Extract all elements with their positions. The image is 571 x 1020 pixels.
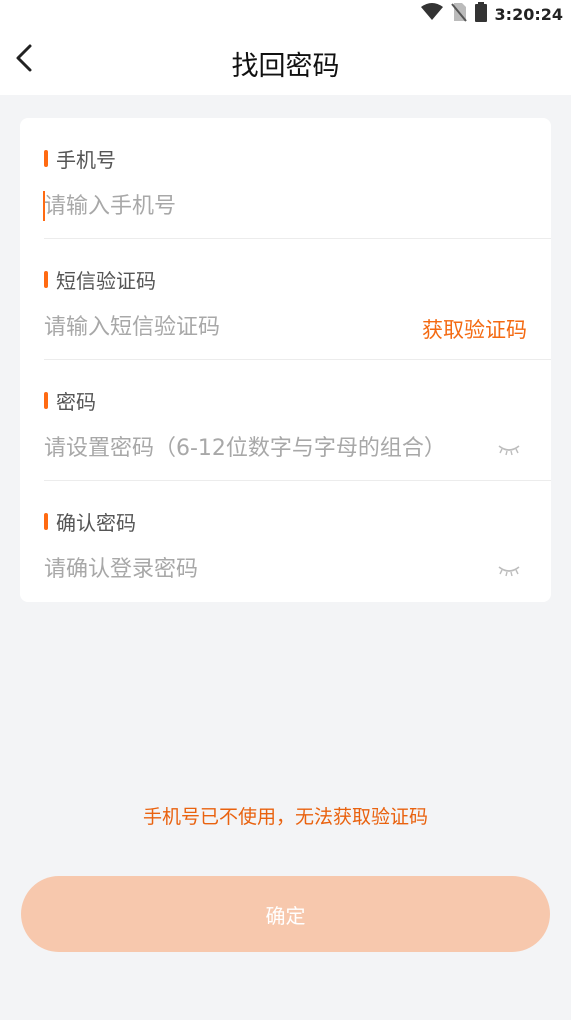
confirm-password-field-group: 确认密码 (20, 481, 551, 602)
phone-input[interactable] (44, 188, 484, 224)
page-title: 找回密码 (231, 51, 340, 82)
wifi-icon (420, 3, 443, 25)
phone-field-group: 手机号 (20, 118, 551, 239)
confirm-password-input[interactable] (44, 551, 484, 587)
password-field-group: 密码 (20, 360, 551, 481)
confirm-button[interactable]: 确定 (21, 876, 550, 952)
sms-code-input[interactable] (44, 309, 384, 345)
confirm-password-label: 确认密码 (44, 507, 136, 536)
form-card: 手机号 短信验证码 获取验证码 密码 (20, 118, 551, 602)
nav-bar: 找回密码 (0, 28, 571, 95)
eye-closed-icon[interactable] (497, 442, 521, 456)
password-label-text: 密码 (56, 390, 96, 414)
battery-icon (474, 2, 487, 26)
phone-label: 手机号 (44, 144, 116, 173)
status-time: 3:20:24 (494, 4, 563, 24)
required-marker (44, 271, 48, 288)
get-code-button[interactable]: 获取验证码 (422, 314, 527, 344)
password-input[interactable] (44, 430, 484, 466)
sms-code-label: 短信验证码 (44, 265, 156, 294)
phone-unavailable-link[interactable]: 手机号已不使用，无法获取验证码 (0, 802, 571, 829)
required-marker (44, 392, 48, 409)
status-bar: 3:20:24 (0, 0, 571, 28)
password-label: 密码 (44, 386, 96, 415)
confirm-password-label-text: 确认密码 (56, 511, 136, 535)
phone-label-text: 手机号 (56, 148, 116, 172)
required-marker (44, 513, 48, 530)
eye-closed-icon[interactable] (497, 563, 521, 577)
sms-code-label-text: 短信验证码 (56, 269, 156, 293)
no-sim-icon (450, 2, 467, 26)
required-marker (44, 150, 48, 167)
